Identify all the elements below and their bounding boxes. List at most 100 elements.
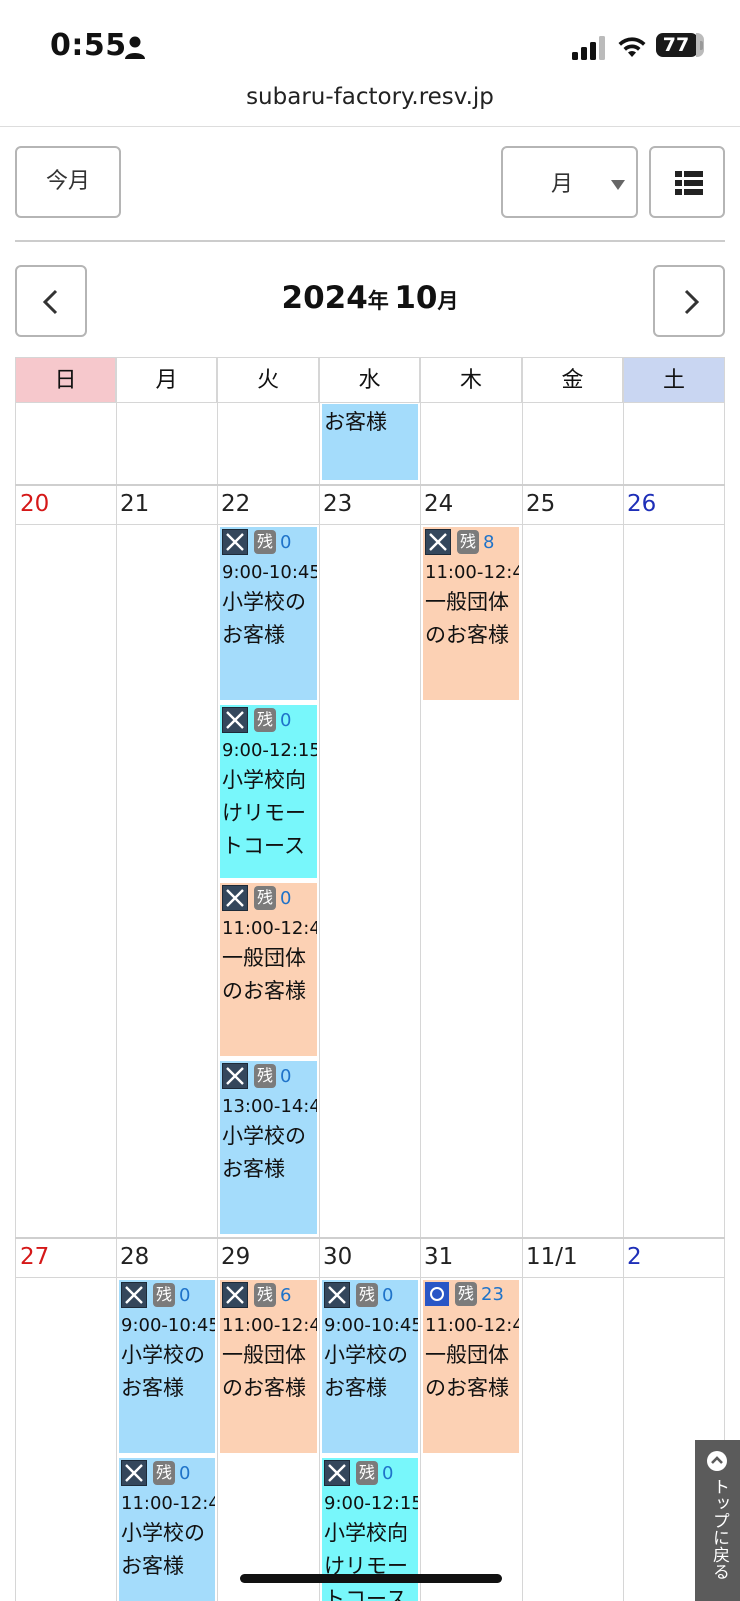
title-month-suffix: 月 — [437, 289, 459, 313]
list-icon — [675, 171, 703, 195]
person-icon — [125, 36, 145, 59]
event-time: 9:00-12:15 — [324, 1493, 418, 1514]
grid-line — [15, 403, 16, 1601]
title-year: 2024 — [281, 280, 368, 316]
day-number: 31 — [424, 1244, 454, 1270]
unavailable-x-icon — [121, 1460, 147, 1486]
event-name: 一般団体のお客様 — [222, 946, 306, 1003]
weekday-wed: 水 — [319, 357, 420, 403]
event-time: 11:00-12:45 — [222, 1315, 317, 1336]
next-month-button[interactable] — [653, 265, 725, 337]
address-bar-divider — [0, 126, 740, 127]
remaining-count: 0 — [382, 1462, 394, 1484]
event-name: 一般団体のお客様 — [425, 590, 509, 647]
grid-line — [522, 403, 523, 1601]
event-name: 小学校のお客様 — [324, 1343, 408, 1400]
weekday-sun: 日 — [15, 357, 116, 403]
unavailable-x-icon — [121, 1282, 147, 1308]
event-name: 小学校のお客様 — [222, 590, 306, 647]
title-year-suffix: 年 — [367, 289, 389, 313]
unavailable-x-icon — [222, 707, 248, 733]
month-title: 2024年 10月 — [0, 280, 740, 316]
event-time: 11:00-12:45 — [121, 1493, 215, 1514]
day-number: 24 — [424, 491, 454, 517]
weekday-tue: 火 — [217, 357, 319, 403]
event-block[interactable]: 残0 9:00-10:45 小学校のお客様 — [220, 527, 317, 700]
view-select[interactable]: 月 — [501, 146, 638, 218]
event-name: 小学校向けリモートコース — [324, 1521, 408, 1601]
day-number: 27 — [20, 1244, 50, 1270]
event-block[interactable]: 残23 11:00-12:45 一般団体のお客様 — [423, 1280, 519, 1453]
remaining-badge: 残 — [356, 1283, 379, 1307]
event-name: お客様 — [324, 410, 387, 434]
remaining-badge: 残 — [153, 1461, 176, 1485]
unavailable-x-icon — [222, 1063, 248, 1089]
event-name: 小学校向けリモートコース — [222, 768, 306, 858]
chevron-up-circle-icon — [707, 1451, 727, 1471]
day-number: 2 — [627, 1244, 642, 1270]
event-block[interactable]: お客様 — [322, 404, 418, 480]
event-block[interactable]: 残0 9:00-10:45 小学校のお客様 — [322, 1280, 418, 1453]
remaining-count: 6 — [280, 1284, 292, 1306]
event-time: 11:00-12:45 — [425, 1315, 519, 1336]
back-to-top-label: トップに戻る — [709, 1478, 729, 1580]
event-block[interactable]: 残6 11:00-12:45 一般団体のお客様 — [220, 1280, 317, 1453]
calendar-grid: 日 月 火 水 木 金 土 お客様 20 21 22 23 24 25 26 残… — [15, 357, 725, 1601]
event-block[interactable]: 残0 9:00-12:15 小学校向けリモートコース — [220, 705, 317, 878]
remaining-count: 0 — [280, 887, 292, 909]
week-divider — [15, 1237, 725, 1239]
event-time: 11:00-12:45 — [425, 562, 519, 583]
event-block[interactable]: 残8 11:00-12:45 一般団体のお客様 — [423, 527, 519, 700]
address-bar-url[interactable]: subaru-factory.resv.jp — [0, 84, 740, 110]
day-number: 28 — [120, 1244, 150, 1270]
date-row-divider — [15, 524, 725, 525]
weekday-fri: 金 — [522, 357, 623, 403]
event-name: 小学校のお客様 — [121, 1521, 205, 1578]
weekday-sat: 土 — [623, 357, 725, 403]
chevron-right-icon — [684, 289, 700, 315]
wifi-icon — [618, 37, 646, 57]
view-select-value: 月 — [551, 172, 574, 197]
event-block[interactable]: 残0 11:00-12:45 小学校のお客様 — [119, 1458, 215, 1601]
remaining-count: 0 — [179, 1284, 191, 1306]
list-view-button[interactable] — [649, 146, 725, 218]
weekday-thu: 木 — [420, 357, 522, 403]
remaining-count: 0 — [280, 1065, 292, 1087]
date-row-divider — [15, 1277, 725, 1278]
this-month-button[interactable]: 今月 — [15, 146, 121, 218]
unavailable-x-icon — [425, 529, 451, 555]
back-to-top-button[interactable]: トップに戻る — [695, 1440, 740, 1601]
remaining-count: 0 — [280, 531, 292, 553]
remaining-badge: 残 — [254, 1283, 277, 1307]
event-time: 9:00-10:45 — [222, 562, 317, 583]
home-indicator[interactable] — [240, 1574, 502, 1583]
remaining-badge: 残 — [457, 530, 480, 554]
grid-line — [319, 403, 320, 1601]
event-block[interactable]: 残0 9:00-10:45 小学校のお客様 — [119, 1280, 215, 1453]
unavailable-x-icon — [324, 1460, 350, 1486]
day-number: 29 — [221, 1244, 251, 1270]
day-number: 21 — [120, 491, 150, 517]
day-number: 23 — [323, 491, 353, 517]
week-divider — [15, 484, 725, 486]
remaining-count: 8 — [483, 531, 495, 553]
day-number: 25 — [526, 491, 556, 517]
event-block[interactable]: 残0 13:00-14:45 小学校のお客様 — [220, 1061, 317, 1234]
day-number: 30 — [323, 1244, 353, 1270]
cellular-signal-icon — [572, 36, 605, 60]
event-name: 一般団体のお客様 — [425, 1343, 509, 1400]
remaining-badge: 残 — [254, 708, 277, 732]
remaining-count: 0 — [382, 1284, 394, 1306]
caret-down-icon — [611, 180, 625, 190]
event-time: 9:00-12:15 — [222, 740, 317, 761]
battery-level: 77 — [662, 34, 690, 56]
weekday-mon: 月 — [116, 357, 217, 403]
event-time: 9:00-10:45 — [324, 1315, 418, 1336]
remaining-badge: 残 — [356, 1461, 379, 1485]
battery-icon: 77 — [656, 33, 704, 59]
grid-line — [217, 403, 218, 1601]
event-block[interactable]: 残0 11:00-12:45 一般団体のお客様 — [220, 883, 317, 1056]
unavailable-x-icon — [222, 885, 248, 911]
remaining-count: 0 — [280, 709, 292, 731]
remaining-count: 23 — [481, 1283, 504, 1305]
